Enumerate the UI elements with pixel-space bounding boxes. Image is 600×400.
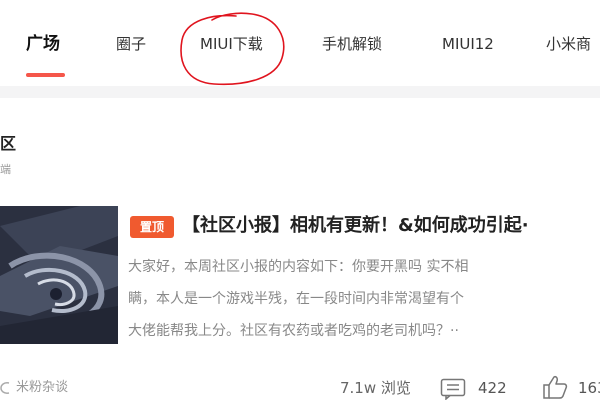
spiral-staircase-image: [0, 206, 118, 344]
post-thumbnail[interactable]: [0, 206, 118, 344]
post-excerpt-line[interactable]: 大家好，本周社区小报的内容如下：你要开黑吗 实不相: [128, 253, 600, 281]
post-excerpt-line[interactable]: 瞒，本人是一个游戏半残，在一段时间内非常渴望有个: [128, 285, 600, 313]
thumbs-up-icon[interactable]: [542, 374, 568, 400]
post-board-link[interactable]: 米粉杂谈: [0, 376, 68, 400]
tab-mi-store[interactable]: 小米商: [546, 31, 591, 57]
comment-count: 422: [478, 379, 507, 397]
top-tab-bar: 广场 圈子 MIUI下载 手机解锁 MIUI12 小米商: [0, 0, 600, 80]
tab-circles[interactable]: 圈子: [116, 31, 146, 57]
comment-icon[interactable]: [440, 378, 466, 400]
tab-plaza[interactable]: 广场: [26, 31, 60, 57]
post-excerpt-line[interactable]: 大佬能帮我上分。社区有农药或者吃鸡的老司机吗？··: [128, 317, 600, 345]
section-subtitle: 端: [0, 163, 11, 176]
pinned-badge: 置顶: [130, 216, 174, 238]
active-tab-indicator: [26, 73, 65, 77]
tab-miui12[interactable]: MIUI12: [442, 31, 494, 57]
view-count: 7.1w 浏览: [340, 379, 411, 397]
section-divider: [0, 86, 600, 98]
post-board-name: 米粉杂谈: [16, 380, 69, 395]
tab-miui-download[interactable]: MIUI下载: [200, 31, 263, 57]
board-icon: [0, 381, 10, 394]
tab-phone-unlock[interactable]: 手机解锁: [322, 31, 382, 57]
section-title: 区: [0, 134, 17, 153]
like-count: 163: [578, 379, 600, 397]
post-title[interactable]: 【社区小报】相机有更新！&如何成功引起·: [182, 211, 600, 241]
